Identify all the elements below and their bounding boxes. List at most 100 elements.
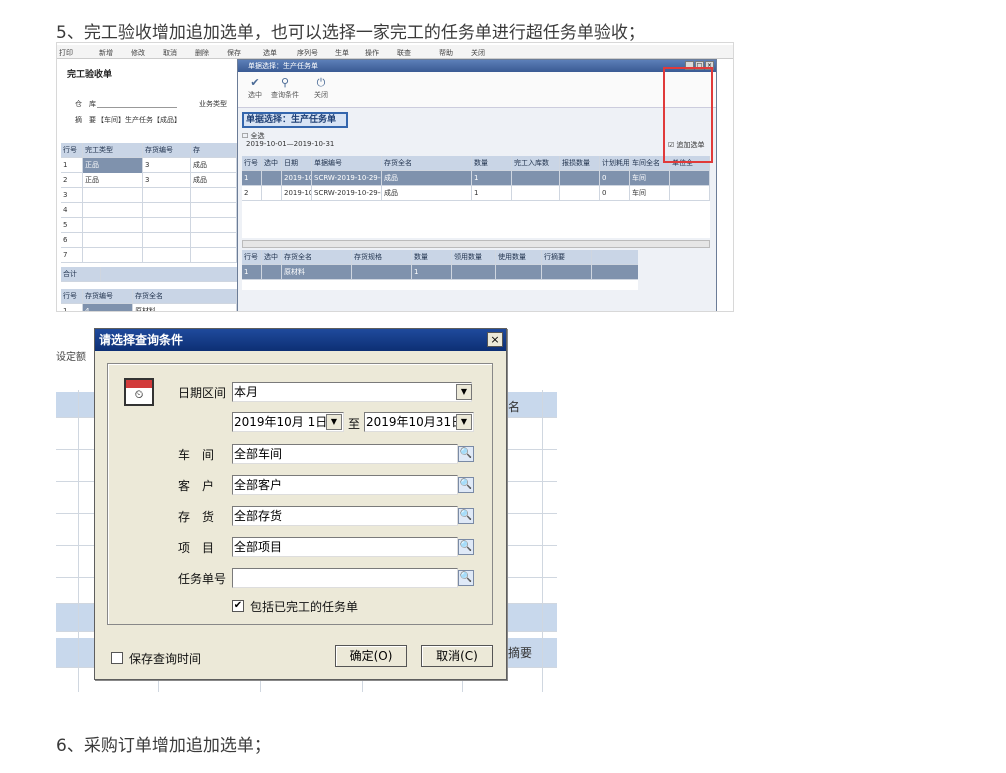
table-cell xyxy=(83,203,143,218)
table-cell xyxy=(560,171,600,186)
chevron-down-icon[interactable]: ▼ xyxy=(456,384,472,400)
dialog-close-button[interactable]: ⏻ 关闭 xyxy=(306,76,336,100)
task-no-input[interactable] xyxy=(232,568,458,588)
table-cell xyxy=(452,265,496,280)
table-cell: 3 xyxy=(143,173,191,188)
toolbar-select[interactable]: 选单 xyxy=(263,48,277,58)
table-cell xyxy=(352,265,412,280)
stock-input[interactable]: 全部存货 xyxy=(232,506,458,526)
grid-header: 完工入库数 xyxy=(512,156,560,171)
table-cell: SCRW-2019-10-29-( xyxy=(312,186,382,201)
bg-divider xyxy=(78,390,79,692)
table-cell xyxy=(512,186,560,201)
close-icon[interactable]: × xyxy=(487,332,503,347)
table-row[interactable]: 5 xyxy=(61,218,237,233)
grid-header: 行号 xyxy=(61,143,83,158)
toolbar-save[interactable]: 保存 xyxy=(227,48,241,58)
bg-name-col: 名 xyxy=(508,400,521,414)
table-row[interactable]: 2 正品 3 成品 xyxy=(61,173,237,188)
table-cell xyxy=(83,233,143,248)
table-row[interactable]: 1 原材料 1 xyxy=(242,265,638,280)
table-cell: 车间 xyxy=(630,171,670,186)
table-cell xyxy=(670,186,710,201)
toolbar-serial[interactable]: 序列号 xyxy=(297,48,318,58)
query-label: 查询条件 xyxy=(271,91,299,99)
table-cell: 4 xyxy=(61,203,83,218)
horizontal-scrollbar[interactable] xyxy=(242,240,710,248)
toolbar-edit[interactable]: 修改 xyxy=(131,48,145,58)
toolbar-generate[interactable]: 生单 xyxy=(335,48,349,58)
table-cell xyxy=(191,248,237,263)
row-checkbox[interactable] xyxy=(262,171,282,186)
table-row[interactable]: 3 xyxy=(61,188,237,203)
search-icon[interactable]: 🔍 xyxy=(458,477,474,493)
section-6-heading: 6、采购订单增加追加选单； xyxy=(56,736,271,756)
search-icon: ⚲ xyxy=(280,76,290,89)
table-cell: 1 xyxy=(242,265,262,280)
row-checkbox[interactable] xyxy=(262,265,282,280)
highlight-box xyxy=(663,67,713,163)
include-done-checkbox[interactable]: ✔ xyxy=(232,600,244,612)
table-cell xyxy=(83,188,143,203)
toolbar-operate[interactable]: 操作 xyxy=(365,48,379,58)
table-cell: 1 xyxy=(61,158,83,173)
search-icon[interactable]: 🔍 xyxy=(458,508,474,524)
table-row[interactable]: 6 xyxy=(61,233,237,248)
table-cell: 7 xyxy=(61,248,83,263)
table-cell xyxy=(83,248,143,263)
table-cell xyxy=(143,203,191,218)
lower-header-row: 行号 选中 存货全名 存货规格 数量 领用数量 使用数量 行摘要 xyxy=(242,250,638,265)
cancel-button[interactable]: 取消(C) xyxy=(421,645,493,667)
save-time-checkbox[interactable] xyxy=(111,652,123,664)
memo-value[interactable]: 【车间】生产任务【成品】 xyxy=(97,115,181,125)
search-icon[interactable]: 🔍 xyxy=(458,539,474,555)
warehouse-input[interactable] xyxy=(97,107,177,108)
grid-header: 计划耗用 xyxy=(600,156,630,171)
toolbar-close[interactable]: 关闭 xyxy=(471,48,485,58)
sub-row[interactable]: 1 4 原材料 xyxy=(61,304,237,311)
select-all-label: 全选 xyxy=(250,132,265,140)
sub-header: 存货编号 xyxy=(83,289,133,304)
select-button[interactable]: ✔ 选中 xyxy=(240,76,270,100)
toolbar-delete[interactable]: 删除 xyxy=(195,48,209,58)
toolbar-new[interactable]: 新增 xyxy=(99,48,113,58)
table-row[interactable]: 4 xyxy=(61,203,237,218)
table-cell xyxy=(191,218,237,233)
chevron-down-icon[interactable]: ▼ xyxy=(456,414,472,430)
date-range-select[interactable]: 本月 xyxy=(232,382,472,402)
table-row[interactable]: 1 正品 3 成品 xyxy=(61,158,237,173)
grid-header: 数量 xyxy=(472,156,512,171)
row-checkbox[interactable] xyxy=(262,186,282,201)
table-cell: 成品 xyxy=(382,186,472,201)
form-title: 完工验收单 xyxy=(67,70,113,80)
toolbar-help[interactable]: 帮助 xyxy=(439,48,453,58)
table-row[interactable]: 2 2019-10-29SCRW-2019-10-29-(成品1 0车间 xyxy=(242,186,710,201)
table-row[interactable]: 12019-10-29SCRW-2019-10-29-(成品10车间 xyxy=(242,171,710,186)
table-cell: 2 xyxy=(242,186,262,201)
chevron-down-icon[interactable]: ▼ xyxy=(326,414,342,430)
grid-header-row: 行号 完工类型 存货编号 存 xyxy=(61,143,237,158)
table-cell: 5 xyxy=(61,218,83,233)
detail-grid: 行号 完工类型 存货编号 存 1 正品 3 成品 2 正品 3 成品 3 4 5 6 7 合计 xyxy=(61,143,237,287)
toolbar-cancel[interactable]: 取消 xyxy=(163,48,177,58)
grid-header: 存货全名 xyxy=(382,156,472,171)
project-input[interactable]: 全部项目 xyxy=(232,537,458,557)
ok-button[interactable]: 确定(O) xyxy=(335,645,407,667)
workshop-input[interactable]: 全部车间 xyxy=(232,444,458,464)
customer-input[interactable]: 全部客户 xyxy=(232,475,458,495)
customer-label: 客 户 xyxy=(178,479,215,493)
toolbar-link[interactable]: 联查 xyxy=(397,48,411,58)
sub-cell: 原材料 xyxy=(133,304,237,311)
toolbar-print[interactable]: 打印 xyxy=(59,48,73,58)
table-cell xyxy=(560,186,600,201)
search-icon[interactable]: 🔍 xyxy=(458,446,474,462)
total-row: 合计 xyxy=(61,267,237,282)
query-condition-button[interactable]: ⚲ 查询条件 xyxy=(270,76,300,100)
table-row[interactable]: 7 xyxy=(61,248,237,263)
biz-type-label: 业务类型 xyxy=(199,100,227,108)
workshop-label: 车 间 xyxy=(178,448,215,462)
main-toolbar: 打印 新增 修改 取消 删除 保存 选单 序列号 生单 操作 联查 帮助 关闭 xyxy=(57,45,733,59)
grid-header: 存货编号 xyxy=(143,143,191,158)
search-icon[interactable]: 🔍 xyxy=(458,570,474,586)
warehouse-label: 仓 库 xyxy=(75,100,96,108)
